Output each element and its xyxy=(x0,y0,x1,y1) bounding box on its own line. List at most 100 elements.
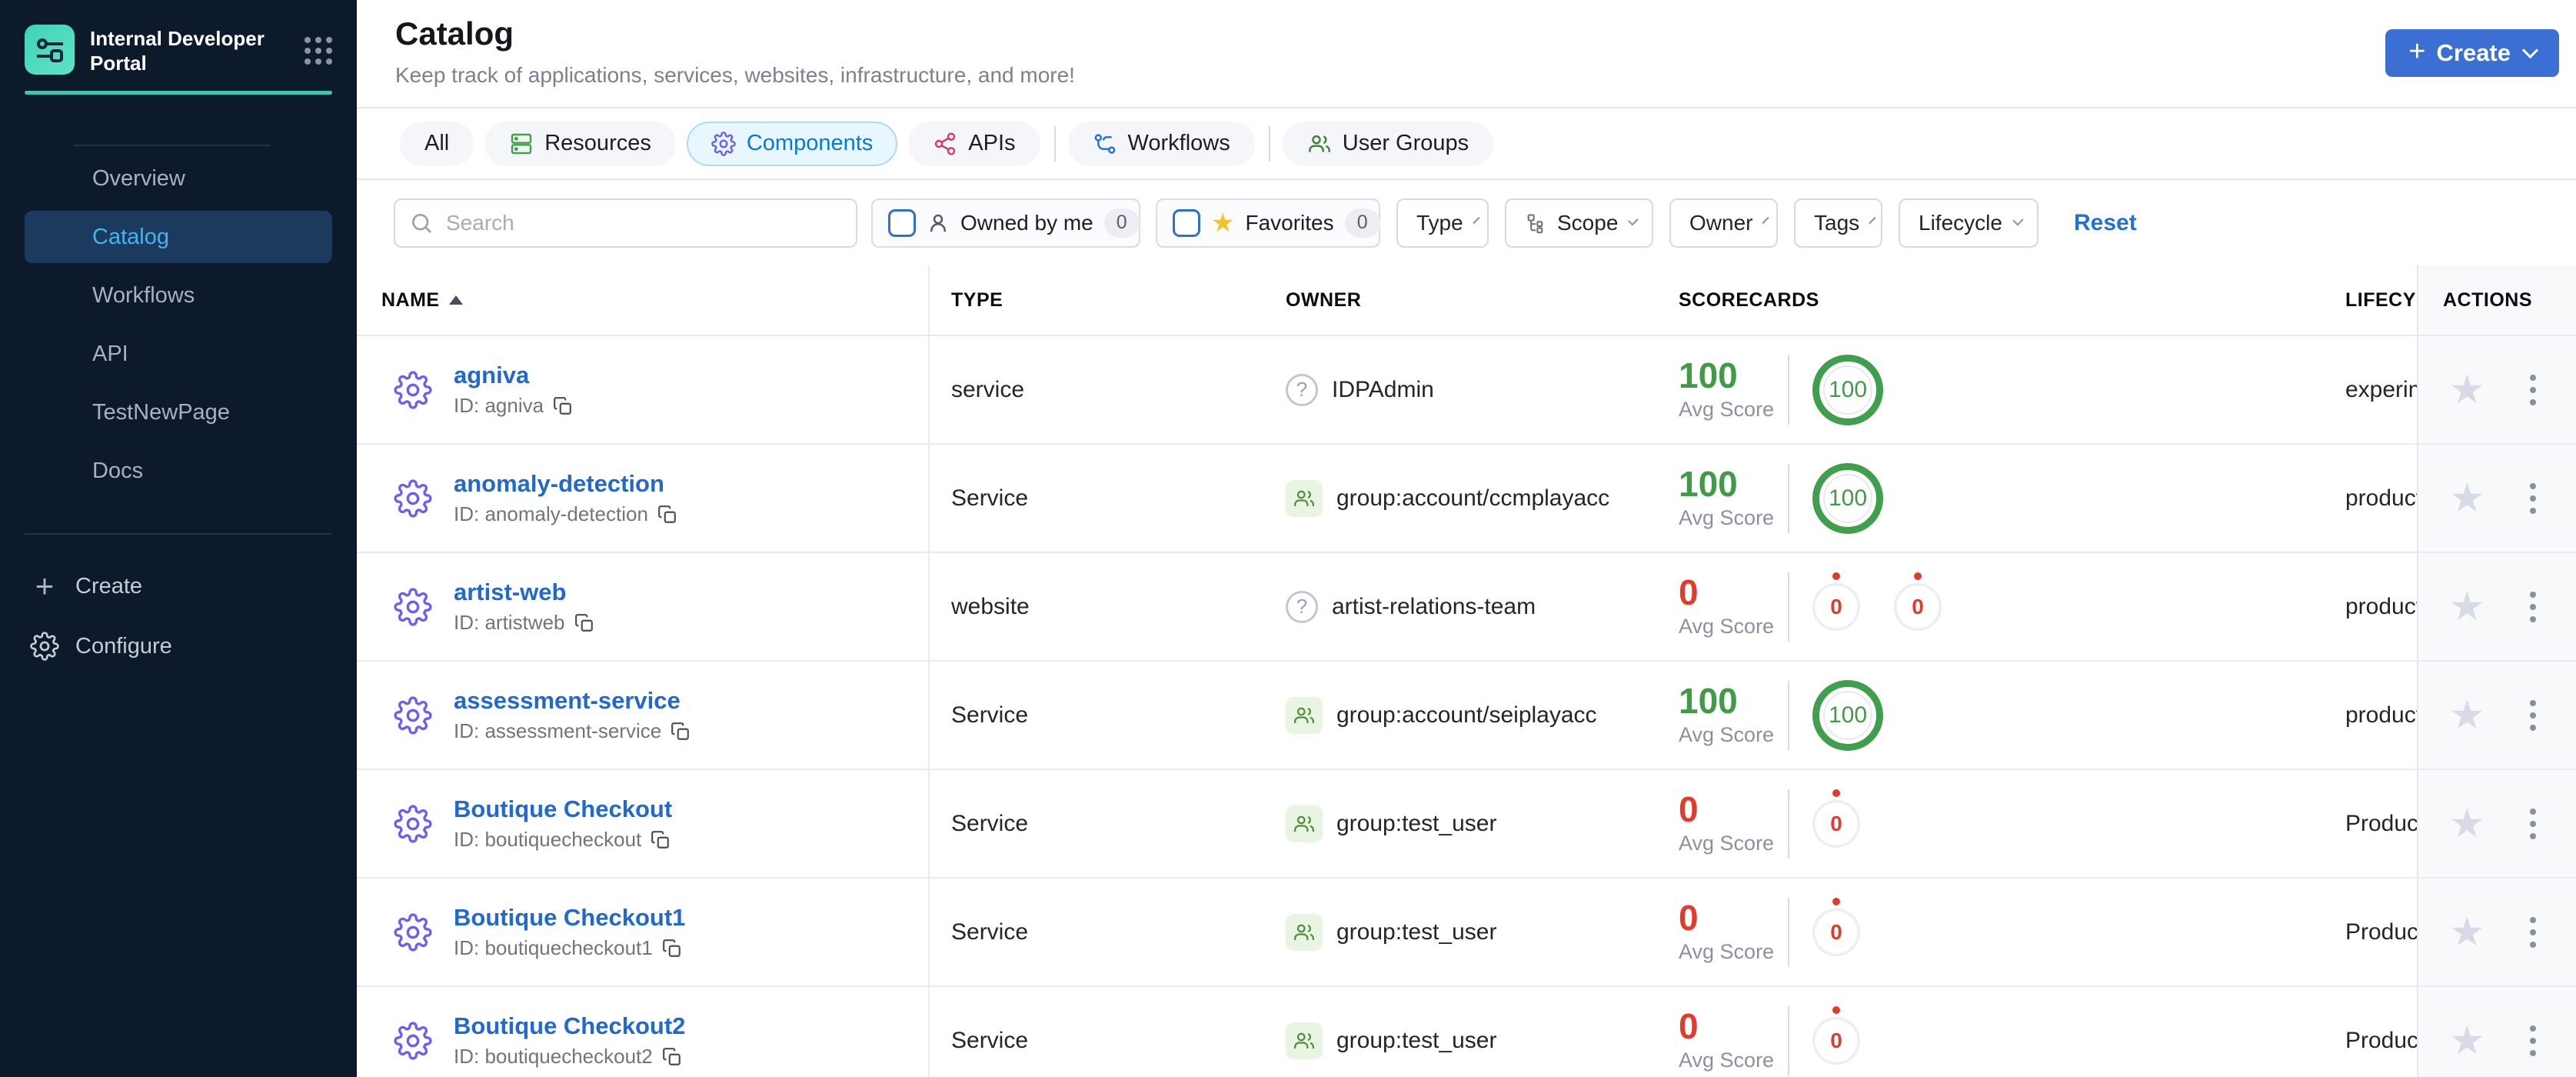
app-root: Internal Developer Portal Overview Catal… xyxy=(0,0,2576,1077)
sidebar: Internal Developer Portal Overview Catal… xyxy=(0,0,357,1077)
avg-score-block: 100 Avg Score xyxy=(1679,358,1786,422)
sidebar-footer: + Create Configure xyxy=(25,559,332,679)
owned-by-me-filter[interactable]: Owned by me 0 xyxy=(871,198,1140,248)
reset-filters-link[interactable]: Reset xyxy=(2074,210,2137,236)
sidebar-item-docs[interactable]: Docs xyxy=(25,445,332,497)
component-id: ID: boutiquecheckout xyxy=(454,828,642,851)
favorites-checkbox[interactable] xyxy=(1173,208,1200,237)
favorite-star-icon[interactable]: ★ xyxy=(2449,587,2485,627)
tab-apis[interactable]: APIs xyxy=(908,121,1040,166)
sidebar-item-label: TestNewPage xyxy=(92,399,230,425)
create-button[interactable]: + Create xyxy=(2385,29,2559,77)
kebab-menu-icon[interactable] xyxy=(2525,804,2541,844)
type-dropdown[interactable]: Type xyxy=(1396,198,1489,248)
favorite-star-icon[interactable]: ★ xyxy=(2449,912,2485,952)
lifecycle-dropdown[interactable]: Lifecycle xyxy=(1899,198,2039,248)
sidebar-item-label: API xyxy=(92,341,128,366)
kebab-menu-icon[interactable] xyxy=(2525,912,2541,952)
favorite-star-icon[interactable]: ★ xyxy=(2449,370,2485,410)
tab-resources[interactable]: Resources xyxy=(484,121,676,166)
avg-score-value: 0 xyxy=(1679,572,1699,612)
score-divider xyxy=(1788,463,1789,533)
table-row: Boutique Checkout1 ID: boutiquecheckout1… xyxy=(357,879,2576,987)
tab-all[interactable]: All xyxy=(400,121,474,166)
column-header-name[interactable]: NAME xyxy=(357,265,930,335)
owned-by-me-count: 0 xyxy=(1103,208,1140,238)
kebab-menu-icon[interactable] xyxy=(2525,695,2541,735)
kebab-menu-icon[interactable] xyxy=(2525,587,2541,627)
components-gear-icon xyxy=(711,131,736,156)
table-body: agniva ID: agniva service ? IDPAdmin 100… xyxy=(357,336,2576,1077)
scorecard-ring: 0 xyxy=(1812,1005,1860,1065)
component-name-link[interactable]: anomaly-detection xyxy=(454,470,677,498)
page-subtitle: Keep track of applications, services, we… xyxy=(395,63,1075,87)
avg-score-label: Avg Score xyxy=(1679,832,1775,855)
component-name-link[interactable]: agniva xyxy=(454,362,573,389)
sidebar-item-testnewpage[interactable]: TestNewPage xyxy=(25,386,332,438)
kebab-menu-icon[interactable] xyxy=(2525,370,2541,410)
component-id: ID: boutiquecheckout1 xyxy=(454,936,653,959)
component-id: ID: assessment-service xyxy=(454,719,662,742)
component-id-row: ID: boutiquecheckout2 xyxy=(454,1045,685,1069)
component-name-link[interactable]: Boutique Checkout1 xyxy=(454,904,685,932)
favorite-star-icon[interactable]: ★ xyxy=(2449,478,2485,518)
component-id: ID: anomaly-detection xyxy=(454,502,648,525)
avg-score-value: 0 xyxy=(1679,898,1699,938)
lifecycle-cell: production xyxy=(2345,445,2417,552)
sidebar-item-api[interactable]: API xyxy=(25,328,332,380)
hierarchy-icon xyxy=(1525,212,1546,234)
component-name-link[interactable]: Boutique Checkout xyxy=(454,795,672,823)
sidebar-create-label: Create xyxy=(75,573,143,599)
name-block: anomaly-detection ID: anomaly-detection xyxy=(454,470,677,526)
sidebar-item-workflows[interactable]: Workflows xyxy=(25,269,332,322)
owned-by-me-checkbox[interactable] xyxy=(888,208,916,237)
tab-user-groups[interactable]: User Groups xyxy=(1282,121,1494,166)
scorecard-circles: 100 xyxy=(1812,679,1883,751)
component-name-link[interactable]: Boutique Checkout2 xyxy=(454,1012,685,1040)
search-input[interactable] xyxy=(444,209,842,236)
sidebar-item-overview[interactable]: Overview xyxy=(25,152,332,205)
sidebar-configure-button[interactable]: Configure xyxy=(25,619,332,674)
brand-underline xyxy=(25,91,332,95)
copy-icon[interactable] xyxy=(553,396,573,416)
scorecard-ring: 100 xyxy=(1812,462,1883,534)
copy-icon[interactable] xyxy=(657,505,677,525)
name-block: agniva ID: agniva xyxy=(454,362,573,418)
column-header-owner: OWNER xyxy=(1286,288,1362,311)
copy-icon[interactable] xyxy=(574,613,594,633)
kebab-menu-icon[interactable] xyxy=(2525,1021,2541,1061)
owner-name: group:test_user xyxy=(1336,919,1497,945)
owner-dropdown[interactable]: Owner xyxy=(1669,198,1778,248)
group-icon xyxy=(1286,479,1323,517)
component-name-link[interactable]: artist-web xyxy=(454,579,594,606)
column-header-type: TYPE xyxy=(951,288,1003,311)
name-block: Boutique Checkout ID: boutiquecheckout xyxy=(454,795,672,852)
apps-grid-icon[interactable] xyxy=(305,37,332,65)
lifecycle-value: Production xyxy=(2345,1027,2417,1053)
sidebar-header: Internal Developer Portal xyxy=(25,25,332,75)
favorite-star-icon[interactable]: ★ xyxy=(2449,1021,2485,1061)
copy-icon[interactable] xyxy=(662,1047,682,1067)
favorites-filter[interactable]: ★ Favorites 0 xyxy=(1156,198,1380,248)
copy-icon[interactable] xyxy=(662,939,682,959)
scope-dropdown[interactable]: Scope xyxy=(1505,198,1653,248)
component-id: ID: agniva xyxy=(454,394,544,417)
column-header-lifecycle: LIFECYCLE xyxy=(2345,288,2417,311)
avg-score-label: Avg Score xyxy=(1679,940,1775,963)
sidebar-item-catalog[interactable]: Catalog xyxy=(25,211,332,263)
tags-dropdown[interactable]: Tags xyxy=(1794,198,1882,248)
sidebar-divider xyxy=(74,145,271,146)
kebab-menu-icon[interactable] xyxy=(2525,478,2541,518)
scorecard-circles: 0 xyxy=(1812,1005,1860,1065)
sidebar-create-button[interactable]: + Create xyxy=(25,559,332,614)
tab-components[interactable]: Components xyxy=(686,121,898,166)
component-name-link[interactable]: assessment-service xyxy=(454,687,691,715)
copy-icon[interactable] xyxy=(651,830,671,850)
favorite-star-icon[interactable]: ★ xyxy=(2449,804,2485,844)
group-icon xyxy=(1286,696,1323,734)
copy-icon[interactable] xyxy=(671,722,691,742)
type-cell: Service xyxy=(951,485,1029,511)
favorite-star-icon[interactable]: ★ xyxy=(2449,695,2485,735)
tab-label: APIs xyxy=(968,131,1016,155)
tab-workflows[interactable]: Workflows xyxy=(1067,121,1255,166)
